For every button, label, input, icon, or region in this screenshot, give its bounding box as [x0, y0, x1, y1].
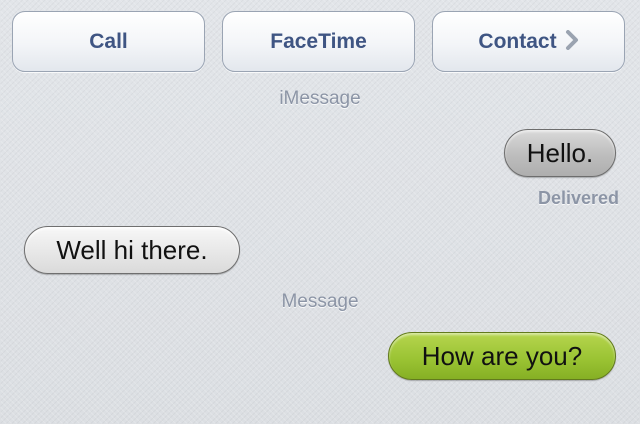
delivery-status: Delivered [537, 188, 619, 208]
facetime-button[interactable]: FaceTime [222, 11, 415, 72]
contact-button[interactable]: Contact [432, 11, 625, 72]
call-button[interactable]: Call [12, 11, 205, 72]
chevron-right-icon [565, 29, 579, 56]
service-label-imessage: iMessage [279, 88, 361, 109]
message-text: Hello. [526, 137, 594, 168]
message-bubble-incoming[interactable]: Well hi there. [24, 226, 240, 274]
call-button-label: Call [89, 29, 128, 53]
service-label-message: Message [281, 291, 359, 312]
message-bubble-outgoing[interactable]: Hello. [504, 129, 616, 177]
facetime-button-label: FaceTime [270, 29, 367, 53]
contact-button-label: Contact [478, 29, 557, 53]
message-text: Well hi there. [56, 234, 208, 265]
message-bubble-outgoing-sms[interactable]: How are you? [388, 332, 616, 380]
message-text: How are you? [421, 340, 583, 371]
